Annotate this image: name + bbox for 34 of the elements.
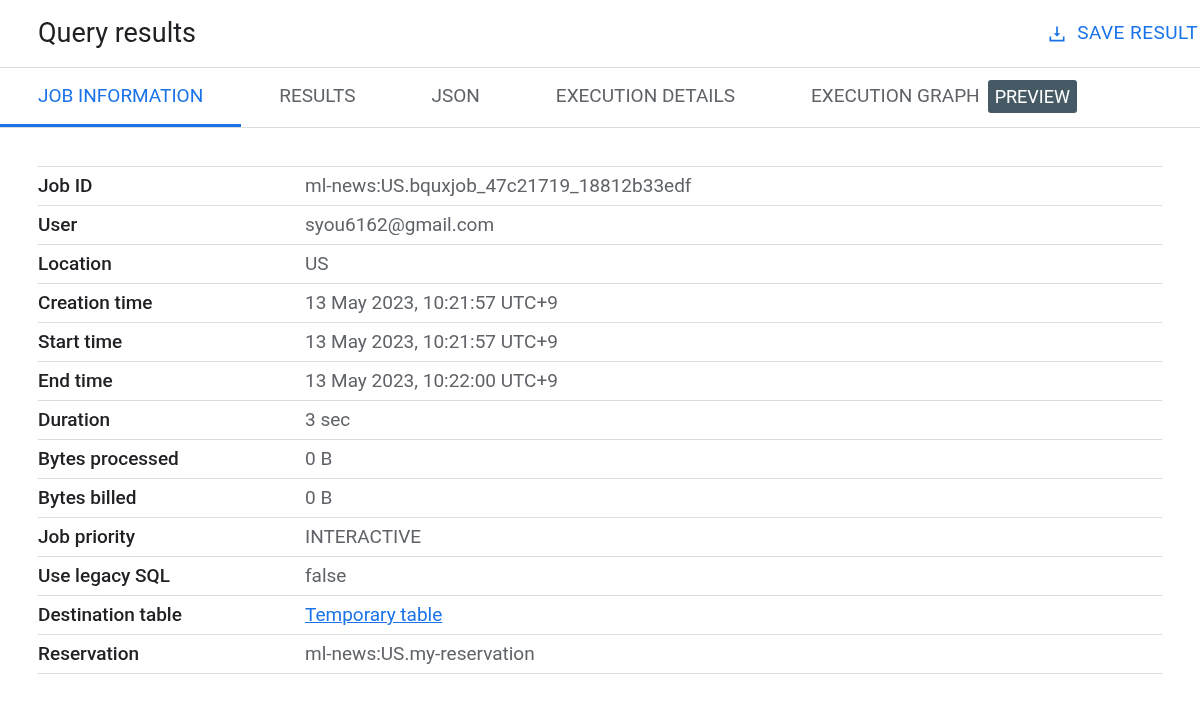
field-value: 13 May 2023, 10:21:57 UTC+9: [305, 289, 558, 316]
temporary-table-link[interactable]: Temporary table: [305, 600, 443, 630]
field-label: User: [38, 211, 79, 238]
field-label: Reservation: [38, 640, 141, 667]
field-value: ml-news:US.my-reservation: [305, 640, 535, 667]
field-value: 0 B: [305, 484, 333, 511]
field-label: Location: [38, 250, 113, 277]
field-label: End time: [38, 367, 114, 394]
field-label: Job ID: [38, 172, 94, 199]
tab[interactable]: JOB INFORMATION: [0, 68, 242, 127]
field-label: Job priority: [38, 523, 136, 550]
field-label: Bytes processed: [38, 445, 180, 472]
field-label: Duration: [38, 406, 112, 433]
tab[interactable]: RESULTS: [241, 68, 394, 127]
field-value: syou6162@gmail.com: [305, 211, 495, 238]
tab[interactable]: EXECUTION DETAILS: [517, 68, 774, 127]
field-value: 0 B: [305, 445, 333, 472]
field-value: US: [305, 250, 329, 277]
field-label: Start time: [38, 328, 124, 355]
field-value: INTERACTIVE: [305, 523, 422, 550]
field-value: ml-news:US.bquxjob_47c21719_18812b33edf: [305, 172, 692, 199]
field-value: 13 May 2023, 10:22:00 UTC+9: [305, 367, 558, 394]
field-label: Destination table: [38, 601, 183, 628]
preview-badge: PREVIEW: [987, 79, 1077, 113]
field-label: Use legacy SQL: [38, 562, 171, 589]
tab[interactable]: EXECUTION GRAPH PREVIEW: [773, 68, 1115, 127]
field-value: false: [305, 562, 347, 589]
field-label: Creation time: [38, 289, 154, 316]
field-value: 3 sec: [305, 406, 351, 433]
page-title: Query results: [38, 16, 196, 52]
field-label: Bytes billed: [38, 484, 138, 511]
field-value: 13 May 2023, 10:21:57 UTC+9: [305, 328, 558, 355]
save-result-button[interactable]: SAVE RESULT: [1047, 19, 1198, 48]
tab[interactable]: JSON: [393, 68, 518, 127]
